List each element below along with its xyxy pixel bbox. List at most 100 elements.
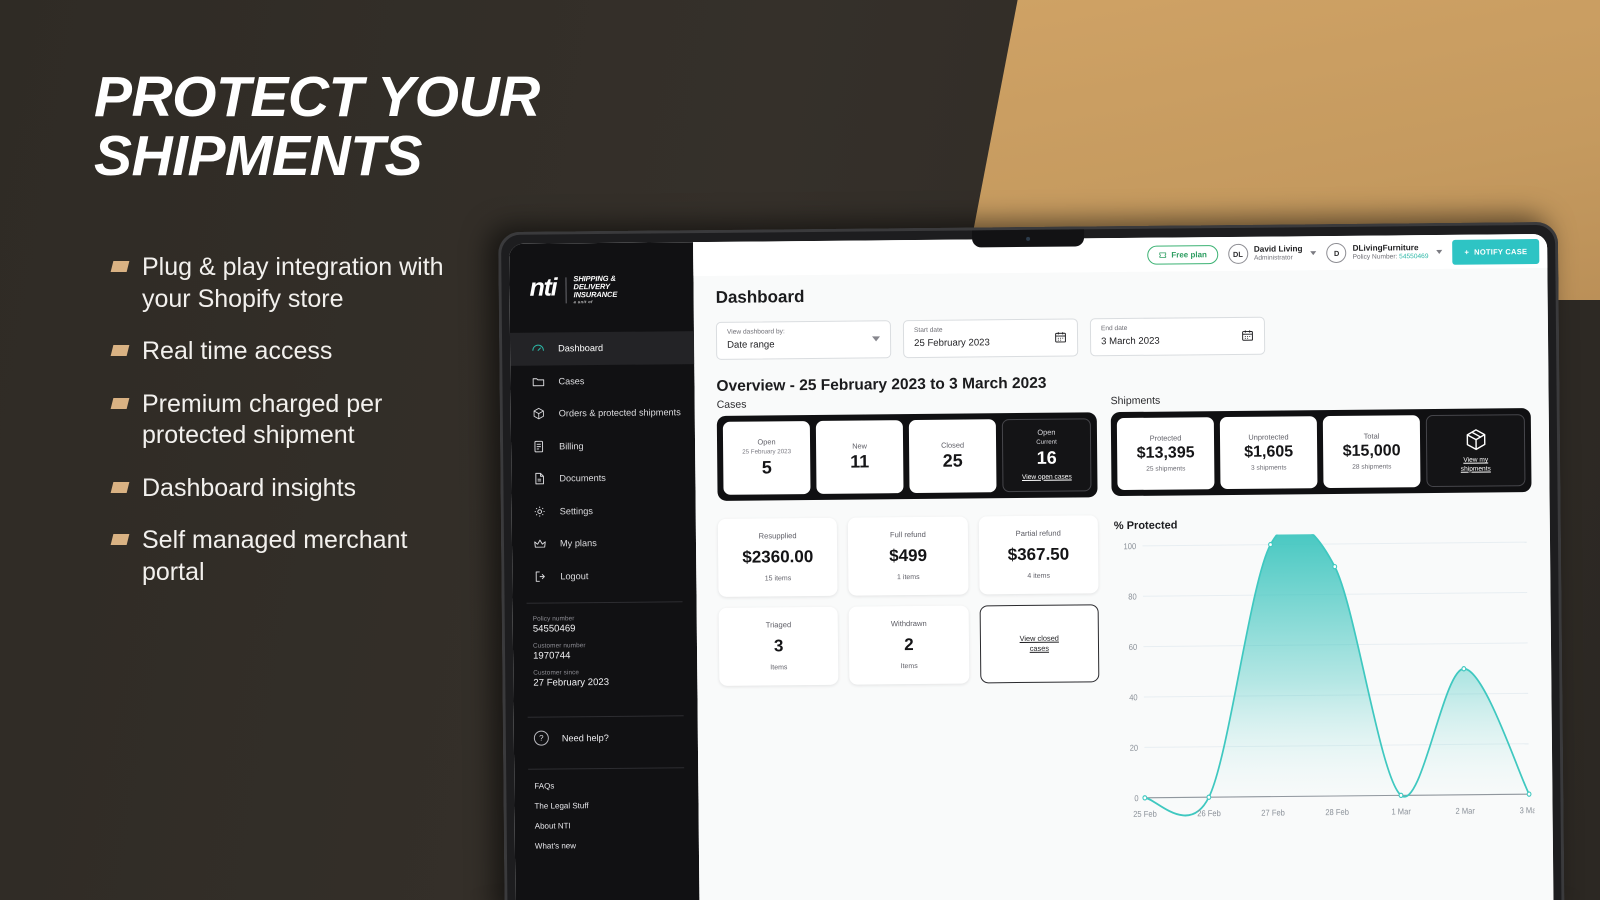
- logout-icon: [532, 569, 547, 584]
- user-menu[interactable]: DL David Living Administrator: [1227, 243, 1317, 264]
- sidebar-item-label: Cases: [558, 375, 585, 387]
- stat-sub: Current: [1036, 438, 1057, 446]
- protected-percentage-chart[interactable]: 0 20 40 60 80 100 25 Feb 26 Feb 27 Feb 28 Feb 1 Ma…: [1112, 532, 1535, 828]
- free-plan-badge[interactable]: Free plan: [1147, 244, 1218, 265]
- start-date-lines: Start date 25 February 2023: [914, 326, 990, 350]
- link-legal-stuff[interactable]: The Legal Stuff: [534, 800, 698, 811]
- refund-card-full-refund[interactable]: Full refund $499 1 items: [848, 516, 969, 596]
- bullet-text: Real time access: [142, 337, 333, 365]
- webcam-icon: [1026, 236, 1031, 241]
- app-logo[interactable]: nti SHIPPING & DELIVERY INSURANCE a unit…: [509, 246, 694, 333]
- bullet-text: Premium charged per protected shipment: [142, 389, 383, 450]
- question-mark-icon: ?: [533, 730, 549, 746]
- crown-icon: [532, 536, 547, 551]
- end-date-value: 3 March 2023: [1101, 335, 1160, 347]
- stat-card-total[interactable]: Total $15,000 28 shipments: [1322, 415, 1421, 489]
- stat-card-new[interactable]: New 11: [815, 420, 904, 495]
- svg-text:40: 40: [1129, 693, 1138, 703]
- sidebar-item-documents[interactable]: Documents: [511, 461, 695, 495]
- page-title: Dashboard: [715, 287, 805, 307]
- logo-nti-text: nti: [529, 273, 557, 302]
- chevron-down-icon: [1310, 251, 1317, 256]
- view-closed-cases-link[interactable]: View closed cases: [985, 633, 1095, 654]
- notify-case-button[interactable]: + NOTIFY CASE: [1452, 238, 1540, 265]
- view-by-label: View dashboard by:: [726, 328, 785, 336]
- refund-card-partial-refund[interactable]: Partial refund $367.50 4 items: [978, 515, 1099, 595]
- shipments-column: Shipments Protected $13,395 25 shipments…: [1111, 391, 1535, 828]
- bullet-marker-icon: [110, 397, 130, 409]
- stat-card-closed[interactable]: Closed 25: [908, 419, 997, 494]
- view-dashboard-by-select[interactable]: View dashboard by: Date range: [715, 320, 892, 360]
- stat-card-protected[interactable]: Protected $13,395 25 shipments: [1116, 417, 1215, 491]
- refund-label: Partial refund: [1015, 528, 1061, 539]
- package-box-icon: [1462, 427, 1488, 457]
- list-item: Premium charged per protected shipment: [110, 389, 472, 452]
- refund-card-triaged[interactable]: Triaged 3 Items: [718, 606, 839, 686]
- svg-text:27 Feb: 27 Feb: [1261, 808, 1285, 818]
- end-date-label: End date: [1100, 324, 1128, 333]
- stat-label: Open: [757, 436, 776, 447]
- svg-text:2 Mar: 2 Mar: [1455, 806, 1475, 816]
- sidebar-item-label: Orders & protected shipments: [558, 407, 681, 419]
- view-shipments-line2: shipments: [1460, 465, 1491, 473]
- refund-value: 2: [904, 635, 914, 655]
- end-date-input[interactable]: End date 3 March 2023: [1089, 316, 1266, 357]
- chart-title: % Protected: [1113, 519, 1178, 533]
- sidebar-item-dashboard[interactable]: Dashboard: [509, 331, 695, 366]
- stat-card-open[interactable]: Open 25 February 2023 5: [722, 421, 811, 495]
- sidebar-nav: Dashboard Cases Orders & protected shipm…: [509, 331, 696, 593]
- stat-card-open-current[interactable]: Open Current 16 View open cases: [1001, 418, 1092, 493]
- svg-text:100: 100: [1123, 542, 1136, 552]
- organisation-menu[interactable]: D DLivingFurniture Policy Number: 545504…: [1326, 242, 1443, 264]
- need-help-button[interactable]: ? Need help?: [514, 716, 698, 759]
- sidebar-item-cases[interactable]: Cases: [510, 364, 694, 398]
- bullet-text: Plug & play integration with your Shopif…: [142, 253, 444, 313]
- calendar-icon[interactable]: [1241, 329, 1254, 342]
- sidebar-item-my-plans[interactable]: My plans: [512, 526, 696, 560]
- stat-sub: 25 February 2023: [742, 447, 792, 456]
- refund-cards-grid: Resupplied $2360.00 15 items Full refund…: [717, 515, 1100, 686]
- link-whats-new[interactable]: What's new: [535, 840, 699, 850]
- view-my-shipments-link[interactable]: View my shipments: [1461, 457, 1491, 474]
- start-date-value: 25 February 2023: [914, 336, 990, 349]
- refund-card-withdrawn[interactable]: Withdrawn 2 Items: [848, 605, 970, 685]
- sidebar-item-settings[interactable]: Settings: [512, 494, 696, 528]
- link-about-nti[interactable]: About NTI: [535, 820, 699, 830]
- svg-text:26 Feb: 26 Feb: [1197, 809, 1221, 819]
- svg-text:3 Mar: 3 Mar: [1519, 806, 1534, 816]
- start-date-input[interactable]: Start date 25 February 2023: [902, 318, 1079, 359]
- view-by-lines: View dashboard by: Date range: [727, 328, 785, 352]
- sidebar-item-orders[interactable]: Orders & protected shipments: [511, 396, 695, 430]
- svg-text:28 Feb: 28 Feb: [1325, 808, 1349, 818]
- refund-value: $499: [889, 545, 928, 566]
- laptop-mockup: nti SHIPPING & DELIVERY INSURANCE a unit…: [498, 221, 1565, 900]
- shipments-section-label: Shipments: [1110, 394, 1161, 408]
- stat-card-unprotected[interactable]: Unprotected $1,605 3 shipments: [1219, 416, 1318, 490]
- logo-sub-tiny: a unit of: [573, 298, 593, 304]
- view-my-shipments-card[interactable]: View my shipments: [1425, 414, 1526, 488]
- refund-value: $2360.00: [742, 547, 814, 567]
- box-icon: [531, 406, 546, 421]
- view-closed-cases-card[interactable]: View closed cases: [979, 604, 1100, 684]
- avatar: DL: [1227, 243, 1248, 264]
- refund-foot: Items: [770, 664, 788, 672]
- gear-icon: [532, 504, 547, 519]
- view-open-cases-link[interactable]: View open cases: [1022, 473, 1072, 482]
- folder-icon: [530, 374, 545, 389]
- calendar-icon[interactable]: [1054, 331, 1067, 344]
- link-faqs[interactable]: FAQs: [534, 780, 698, 790]
- refund-label: Resupplied: [758, 531, 797, 541]
- refund-label: Triaged: [765, 620, 792, 630]
- app-screen: nti SHIPPING & DELIVERY INSURANCE a unit…: [509, 233, 1554, 900]
- sidebar-item-logout[interactable]: Logout: [512, 559, 696, 593]
- stat-value: $15,000: [1342, 442, 1401, 460]
- sidebar-item-billing[interactable]: Billing: [511, 429, 695, 463]
- feature-bullet-list: Plug & play integration with your Shopif…: [110, 252, 472, 609]
- organisation-name: DLivingFurniture: [1352, 242, 1419, 253]
- policy-number: 54550469: [1399, 253, 1429, 261]
- refund-card-resupplied[interactable]: Resupplied $2360.00 15 items: [717, 517, 838, 597]
- stat-label: Open: [1037, 427, 1056, 437]
- avatar: D: [1326, 242, 1347, 264]
- svg-text:0: 0: [1134, 794, 1139, 804]
- page-headline: PROTECT YOUR SHIPMENTS: [94, 65, 540, 188]
